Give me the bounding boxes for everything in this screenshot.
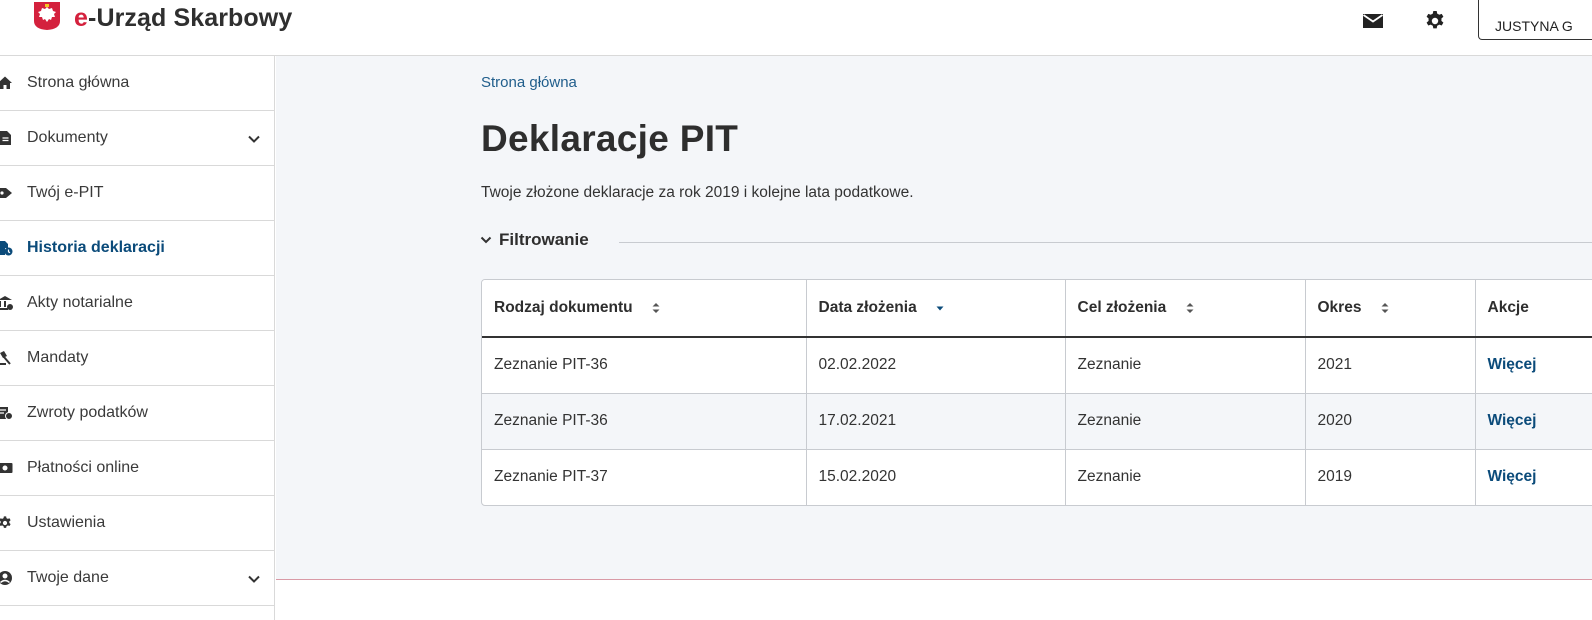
sidebar-item-notarial-acts[interactable]: Akty notarialne [0, 276, 274, 331]
table-row: Zeznanie PIT-36 02.02.2022 Zeznanie 2021… [482, 337, 1592, 394]
gear-icon [0, 516, 11, 528]
user-circle-icon [0, 571, 12, 585]
sidebar-item-label: Mandaty [27, 349, 89, 366]
top-header: e-Urząd Skarbowy JUSTYNA G [0, 0, 1592, 56]
sidebar-item-fines[interactable]: Mandaty [0, 331, 274, 386]
sidebar-item-your-data[interactable]: Twoje dane [0, 551, 274, 606]
table-header-row: Rodzaj dokumentu Data złożenia Cel złoże… [482, 280, 1592, 338]
user-account-button[interactable]: JUSTYNA G [1478, 0, 1592, 40]
column-header-document-type[interactable]: Rodzaj dokumentu [482, 280, 807, 338]
refund-icon [0, 407, 13, 420]
filter-label: Filtrowanie [499, 230, 589, 249]
page-title: Deklaracje PIT [481, 118, 739, 159]
sidebar-item-label: Zwroty podatków [27, 404, 148, 421]
breadcrumb[interactable]: Strona główna [481, 74, 577, 91]
main-content: Strona główna Deklaracje PIT Twoje złożo… [276, 56, 1592, 620]
gavel-icon [0, 351, 11, 365]
cell-actions: Więcej [1475, 449, 1592, 505]
footer-area [276, 580, 1592, 620]
sidebar-item-epit[interactable]: Twój e-PIT [0, 166, 274, 221]
cell-period: 2020 [1305, 393, 1476, 450]
column-header-purpose[interactable]: Cel złożenia [1065, 280, 1306, 338]
cell-actions: Więcej [1475, 337, 1592, 394]
chevron-down-icon[interactable] [247, 572, 261, 586]
app-title[interactable]: e-Urząd Skarbowy [74, 4, 292, 33]
sidebar-item-label: Dokumenty [27, 129, 108, 146]
table-row: Zeznanie PIT-36 17.02.2021 Zeznanie 2020… [482, 393, 1592, 450]
sidebar-item-declaration-history[interactable]: Historia deklaracji [0, 221, 274, 276]
mail-icon[interactable] [1361, 9, 1385, 33]
chevron-down-icon[interactable] [247, 132, 261, 146]
sidebar-item-label: Twój e-PIT [27, 184, 104, 201]
cell-period: 2019 [1305, 449, 1476, 505]
cell-purpose: Zeznanie [1065, 337, 1306, 394]
sidebar-nav: Strona główna Dokumenty Twój e-PIT Histo… [0, 56, 275, 620]
cell-submission-date: 02.02.2022 [806, 337, 1066, 394]
sidebar-item-home[interactable]: Strona główna [0, 56, 274, 111]
money-icon [0, 463, 13, 473]
sidebar-item-label: Ustawienia [27, 514, 106, 531]
cell-document-type: Zeznanie PIT-36 [482, 393, 807, 450]
sidebar-item-tax-refunds[interactable]: Zwroty podatków [0, 386, 274, 441]
column-header-actions: Akcje [1475, 280, 1592, 338]
sort-icon[interactable] [1380, 301, 1390, 315]
cell-actions: Więcej [1475, 393, 1592, 450]
column-header-submission-date[interactable]: Data złożenia [806, 280, 1066, 338]
bank-icon [0, 296, 13, 310]
chevron-down-icon [480, 236, 492, 244]
sidebar-item-documents[interactable]: Dokumenty [0, 111, 274, 166]
cell-document-type: Zeznanie PIT-36 [482, 337, 807, 394]
cell-document-type: Zeznanie PIT-37 [482, 449, 807, 505]
cell-purpose: Zeznanie [1065, 449, 1306, 505]
sidebar-item-label: Historia deklaracji [27, 239, 165, 256]
sort-icon[interactable] [1185, 301, 1195, 315]
document-icon [0, 131, 11, 145]
tag-icon [0, 188, 12, 198]
more-link[interactable]: Więcej [1488, 356, 1537, 373]
gear-icon[interactable] [1423, 9, 1447, 33]
column-header-period[interactable]: Okres [1305, 280, 1476, 338]
file-history-icon [0, 241, 13, 256]
cell-period: 2021 [1305, 337, 1476, 394]
declarations-table: Rodzaj dokumentu Data złożenia Cel złoże… [481, 279, 1592, 506]
poland-emblem-icon[interactable] [33, 1, 61, 31]
filter-toggle[interactable]: Filtrowanie [479, 230, 589, 250]
sidebar-item-settings[interactable]: Ustawienia [0, 496, 274, 551]
cell-purpose: Zeznanie [1065, 393, 1306, 450]
sort-icon[interactable] [651, 301, 661, 315]
divider [619, 242, 1592, 243]
cell-submission-date: 17.02.2021 [806, 393, 1066, 450]
table-row: Zeznanie PIT-37 15.02.2020 Zeznanie 2019… [482, 449, 1592, 505]
more-link[interactable]: Więcej [1488, 412, 1537, 429]
sort-desc-icon[interactable] [935, 301, 945, 315]
home-icon [0, 76, 12, 89]
more-link[interactable]: Więcej [1488, 468, 1537, 485]
sidebar-item-label: Akty notarialne [27, 294, 133, 311]
sidebar-item-label: Strona główna [27, 74, 130, 91]
page-subtitle: Twoje złożone deklaracje za rok 2019 i k… [481, 184, 914, 201]
sidebar-item-label: Twoje dane [27, 569, 109, 586]
cell-submission-date: 15.02.2020 [806, 449, 1066, 505]
sidebar-item-online-payments[interactable]: Płatności online [0, 441, 274, 496]
sidebar-item-label: Płatności online [27, 459, 140, 476]
